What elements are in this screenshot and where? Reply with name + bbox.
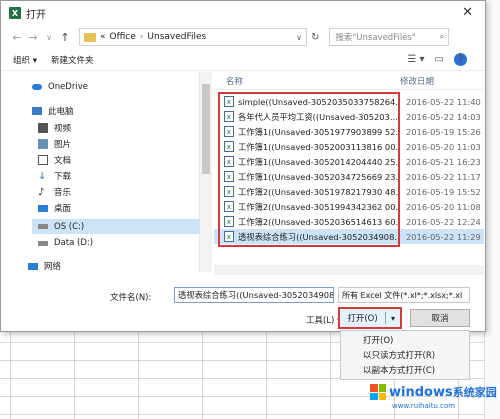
nav-label: Data (D:) xyxy=(54,238,94,248)
address-dropdown-icon[interactable]: ∨ xyxy=(296,33,306,42)
windows-logo-icon xyxy=(370,384,386,400)
video-icon xyxy=(38,123,48,133)
document-icon xyxy=(38,155,48,165)
open-dropdown-icon[interactable]: ▾ xyxy=(386,314,400,323)
file-date: 2016-05-20 11:03 xyxy=(406,141,481,152)
excel-icon: X xyxy=(9,7,21,19)
toolbar: 组织 ▾ 新建文件夹 ☰ ▾ ▭ ? xyxy=(1,49,485,71)
nav-label: 桌面 xyxy=(54,204,72,214)
nav-item-os-c[interactable]: OS (C:) xyxy=(32,219,200,234)
column-header: 名称 修改日期 xyxy=(214,72,484,90)
watermark: windows系统家园 xyxy=(370,384,497,400)
refresh-icon[interactable]: ↻ xyxy=(311,32,319,43)
spreadsheet-right-column xyxy=(484,0,500,419)
breadcrumb-unsavedfiles[interactable]: UnsavedFiles xyxy=(147,32,206,42)
search-input[interactable]: 搜索"UnsavedFiles" ⌕ xyxy=(329,28,450,46)
nav-label: OS (C:) xyxy=(54,221,85,232)
nav-item-onedrive[interactable]: OneDrive xyxy=(32,82,88,92)
nav-item-data-d[interactable]: Data (D:) xyxy=(38,238,93,248)
nav-label: 文档 xyxy=(54,156,72,166)
open-button[interactable]: 打开(O) ▾ xyxy=(338,307,402,329)
file-date: 2016-05-19 15:52 xyxy=(406,186,481,197)
computer-icon xyxy=(32,107,42,115)
open-options-menu: 打开(O) 以只读方式打开(R) 以副本方式打开(C) xyxy=(340,330,470,380)
picture-icon xyxy=(38,139,48,149)
file-date: 2016-05-20 11:08 xyxy=(406,201,481,212)
dialog-content: OneDrive 此电脑 视频 图片 文档 ↓ 下载 ♪ 音乐 桌面 OS (C… xyxy=(0,72,484,272)
file-date: 2016-05-22 14:03 xyxy=(406,111,481,122)
breadcrumb-separator-icon: › xyxy=(139,32,144,42)
column-date[interactable]: 修改日期 xyxy=(394,75,434,87)
nav-label: 图片 xyxy=(54,140,72,150)
menu-item-open[interactable]: 打开(O) xyxy=(363,334,393,346)
address-chevrons: « xyxy=(100,32,106,42)
nav-label: 下载 xyxy=(54,172,72,182)
file-date: 2016-05-22 12:24 xyxy=(406,216,481,227)
file-date: 2016-05-19 15:26 xyxy=(406,126,481,137)
nav-label: 此电脑 xyxy=(48,107,74,117)
recent-chevron-icon[interactable]: ∨ xyxy=(41,33,57,42)
close-icon[interactable]: ✕ xyxy=(462,5,473,20)
music-icon: ♪ xyxy=(38,187,45,198)
forward-icon[interactable]: → xyxy=(25,31,41,44)
nav-scrollbar[interactable] xyxy=(200,72,212,272)
network-icon xyxy=(28,262,38,270)
menu-item-open-copy[interactable]: 以副本方式打开(C) xyxy=(363,364,435,376)
drive-icon xyxy=(38,240,48,246)
file-date: 2016-05-22 11:40 xyxy=(406,96,481,107)
new-folder-button[interactable]: 新建文件夹 xyxy=(51,54,94,66)
nav-item-pictures[interactable]: 图片 xyxy=(38,138,71,150)
nav-label: 音乐 xyxy=(54,188,72,198)
nav-label: 视频 xyxy=(54,124,72,134)
download-icon: ↓ xyxy=(38,171,47,182)
back-icon[interactable]: ← xyxy=(9,31,25,44)
filename-input[interactable]: 透视表综合练习((Unsaved-3052034908238 xyxy=(174,287,334,303)
nav-item-downloads[interactable]: ↓ 下载 xyxy=(38,170,71,182)
organize-menu[interactable]: 组织 ▾ xyxy=(13,54,37,66)
view-controls: ☰ ▾ ▭ ? xyxy=(397,53,485,66)
up-icon[interactable]: ↑ xyxy=(57,31,73,44)
filename-label: 文件名(N): xyxy=(110,293,152,303)
address-row: ← → ∨ ↑ « Office › UnsavedFiles ∨ ↻ 搜索"U… xyxy=(1,25,485,49)
nav-item-network[interactable]: 网络 xyxy=(28,260,61,272)
nav-label: OneDrive xyxy=(48,82,88,92)
title-bar: X 打开 ✕ xyxy=(1,1,485,25)
cancel-button[interactable]: 取消 xyxy=(410,309,470,327)
cloud-icon xyxy=(32,84,42,90)
nav-item-videos[interactable]: 视频 xyxy=(38,122,71,134)
file-date: 2016-05-22 11:29 xyxy=(406,231,481,242)
file-list-hscrollbar[interactable] xyxy=(214,265,484,275)
help-icon[interactable]: ? xyxy=(454,53,467,66)
dialog-title: 打开 xyxy=(26,9,46,21)
file-list: 名称 修改日期 x simple((Unsaved-305203503375826… xyxy=(214,72,484,272)
scroll-thumb[interactable] xyxy=(202,84,210,174)
menu-item-open-readonly[interactable]: 以只读方式打开(R) xyxy=(363,349,435,361)
file-date: 2016-05-22 11:17 xyxy=(406,171,481,182)
search-icon: ⌕ xyxy=(439,32,445,42)
preview-pane-icon[interactable]: ▭ xyxy=(435,54,444,65)
nav-item-desktop[interactable]: 桌面 xyxy=(38,202,71,214)
nav-item-documents[interactable]: 文档 xyxy=(38,154,71,166)
search-placeholder: 搜索"UnsavedFiles" xyxy=(335,33,416,43)
watermark-brand: windows系统家园 xyxy=(389,385,497,400)
file-date: 2016-05-21 16:23 xyxy=(406,156,481,167)
folder-icon xyxy=(84,32,96,42)
address-bar[interactable]: « Office › UnsavedFiles ∨ xyxy=(79,28,307,46)
view-options-icon[interactable]: ☰ ▾ xyxy=(407,54,424,65)
navigation-pane: OneDrive 此电脑 视频 图片 文档 ↓ 下载 ♪ 音乐 桌面 OS (C… xyxy=(0,72,200,272)
open-button-label[interactable]: 打开(O) xyxy=(340,312,386,324)
nav-item-music[interactable]: ♪ 音乐 xyxy=(38,186,71,198)
watermark-url: www.ruihaitu.com xyxy=(392,402,456,410)
desktop-icon xyxy=(38,204,48,212)
column-name[interactable]: 名称 xyxy=(214,75,394,87)
tools-menu[interactable]: 工具(L) ▾ xyxy=(306,314,341,326)
filetype-select[interactable]: 所有 Excel 文件(*.xl*;*.xlsx;*.xl xyxy=(338,287,470,303)
breadcrumb-office[interactable]: Office xyxy=(110,32,136,42)
nav-item-this-pc[interactable]: 此电脑 xyxy=(32,105,74,117)
nav-label: 网络 xyxy=(44,262,62,272)
drive-icon xyxy=(38,224,48,229)
highlight-box-files xyxy=(218,92,400,247)
